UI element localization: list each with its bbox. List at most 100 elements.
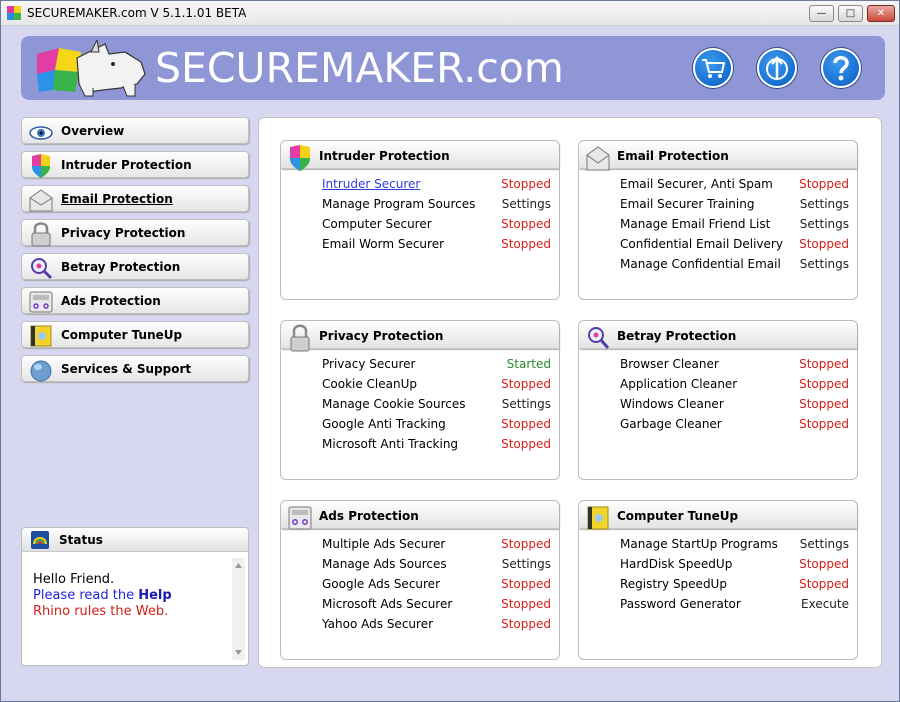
list-item[interactable]: Email Securer Training Settings <box>620 195 852 213</box>
item-status[interactable]: Settings <box>502 557 551 571</box>
item-name[interactable]: Manage StartUp Programs <box>620 537 778 551</box>
item-name[interactable]: Browser Cleaner <box>620 357 719 371</box>
list-item[interactable]: Registry SpeedUp Stopped <box>620 575 852 593</box>
item-name[interactable]: Intruder Securer <box>322 177 420 191</box>
item-status[interactable]: Stopped <box>799 377 849 391</box>
list-item[interactable]: Manage Ads Sources Settings <box>322 555 554 573</box>
item-name[interactable]: Email Securer Training <box>620 197 754 211</box>
list-item[interactable]: Cookie CleanUp Stopped <box>322 375 554 393</box>
item-name[interactable]: Manage Program Sources <box>322 197 475 211</box>
maximize-button[interactable]: □ <box>838 5 863 22</box>
list-item[interactable]: Windows Cleaner Stopped <box>620 395 852 413</box>
item-status[interactable]: Started <box>507 357 551 371</box>
sidebar-item-betray-protection[interactable]: Betray Protection <box>21 253 249 280</box>
sidebar-item-services-support[interactable]: Services & Support <box>21 355 249 382</box>
sidebar-item-ads-protection[interactable]: Ads Protection <box>21 287 249 314</box>
item-name[interactable]: Manage Cookie Sources <box>322 397 466 411</box>
item-status[interactable]: Stopped <box>799 177 849 191</box>
list-item[interactable]: Email Worm Securer Stopped <box>322 235 554 253</box>
scroll-down-icon[interactable] <box>235 650 242 655</box>
list-item[interactable]: Intruder Securer Stopped <box>322 175 554 193</box>
list-item[interactable]: Password Generator Execute <box>620 595 852 613</box>
item-status[interactable]: Stopped <box>799 557 849 571</box>
item-name[interactable]: Manage Confidential Email <box>620 257 781 271</box>
list-item[interactable]: Microsoft Anti Tracking Stopped <box>322 435 554 453</box>
list-item[interactable]: Garbage Cleaner Stopped <box>620 415 852 433</box>
list-item[interactable]: Computer Securer Stopped <box>322 215 554 233</box>
item-name[interactable]: Microsoft Ads Securer <box>322 597 452 611</box>
sidebar-item-privacy-protection[interactable]: Privacy Protection <box>21 219 249 247</box>
item-status[interactable]: Settings <box>800 217 849 231</box>
item-status[interactable]: Settings <box>800 537 849 551</box>
item-name[interactable]: Windows Cleaner <box>620 397 724 411</box>
item-status[interactable]: Stopped <box>501 537 551 551</box>
list-item[interactable]: HardDisk SpeedUp Stopped <box>620 555 852 573</box>
item-status[interactable]: Stopped <box>799 357 849 371</box>
item-status[interactable]: Stopped <box>501 437 551 451</box>
list-item[interactable]: Google Anti Tracking Stopped <box>322 415 554 433</box>
item-name[interactable]: Confidential Email Delivery <box>620 237 783 251</box>
item-name[interactable]: Cookie CleanUp <box>322 377 417 391</box>
item-status[interactable]: Stopped <box>799 237 849 251</box>
item-name[interactable]: Microsoft Anti Tracking <box>322 437 458 451</box>
list-item[interactable]: Google Ads Securer Stopped <box>322 575 554 593</box>
update-button[interactable] <box>757 48 797 88</box>
item-status[interactable]: Stopped <box>501 237 551 251</box>
item-status[interactable]: Settings <box>502 397 551 411</box>
help-link[interactable]: Help <box>138 588 171 603</box>
item-name[interactable]: Manage Email Friend List <box>620 217 770 231</box>
list-item[interactable]: Privacy Securer Started <box>322 355 554 373</box>
list-item[interactable]: Manage Program Sources Settings <box>322 195 554 213</box>
item-status[interactable]: Stopped <box>799 417 849 431</box>
list-item[interactable]: Confidential Email Delivery Stopped <box>620 235 852 253</box>
item-name[interactable]: Computer Securer <box>322 217 432 231</box>
item-status[interactable]: Settings <box>800 197 849 211</box>
item-name[interactable]: Garbage Cleaner <box>620 417 722 431</box>
item-status[interactable]: Stopped <box>501 597 551 611</box>
shop-button[interactable] <box>693 48 733 88</box>
help-button[interactable] <box>821 48 861 88</box>
item-status[interactable]: Stopped <box>501 177 551 191</box>
list-item[interactable]: Manage Confidential Email Settings <box>620 255 852 273</box>
item-status[interactable]: Stopped <box>501 577 551 591</box>
close-button[interactable]: ✕ <box>867 5 895 22</box>
item-name[interactable]: Email Worm Securer <box>322 237 444 251</box>
item-name[interactable]: Email Securer, Anti Spam <box>620 177 773 191</box>
sidebar-item-overview[interactable]: Overview <box>21 117 249 144</box>
list-item[interactable]: Browser Cleaner Stopped <box>620 355 852 373</box>
sidebar-item-email-protection[interactable]: Email Protection <box>21 185 249 212</box>
sidebar-item-intruder-protection[interactable]: Intruder Protection <box>21 151 249 178</box>
item-name[interactable]: Yahoo Ads Securer <box>322 617 433 631</box>
item-name[interactable]: Privacy Securer <box>322 357 415 371</box>
item-name[interactable]: Application Cleaner <box>620 377 737 391</box>
item-name[interactable]: Google Ads Securer <box>322 577 440 591</box>
list-item[interactable]: Email Securer, Anti Spam Stopped <box>620 175 852 193</box>
item-status[interactable]: Stopped <box>501 217 551 231</box>
item-name[interactable]: Password Generator <box>620 597 741 611</box>
item-status[interactable]: Stopped <box>501 617 551 631</box>
item-name[interactable]: HardDisk SpeedUp <box>620 557 732 571</box>
list-item[interactable]: Manage Email Friend List Settings <box>620 215 852 233</box>
list-item[interactable]: Yahoo Ads Securer Stopped <box>322 615 554 633</box>
sidebar-item-computer-tuneup[interactable]: Computer TuneUp <box>21 321 249 348</box>
list-item[interactable]: Application Cleaner Stopped <box>620 375 852 393</box>
item-status[interactable]: Stopped <box>799 397 849 411</box>
item-name[interactable]: Multiple Ads Securer <box>322 537 445 551</box>
list-item[interactable]: Manage Cookie Sources Settings <box>322 395 554 413</box>
item-name[interactable]: Google Anti Tracking <box>322 417 446 431</box>
item-status[interactable]: Stopped <box>501 377 551 391</box>
list-item[interactable]: Microsoft Ads Securer Stopped <box>322 595 554 613</box>
item-name[interactable]: Registry SpeedUp <box>620 577 727 591</box>
item-status[interactable]: Settings <box>502 197 551 211</box>
item-status[interactable]: Stopped <box>799 577 849 591</box>
item-name[interactable]: Manage Ads Sources <box>322 557 447 571</box>
item-status[interactable]: Settings <box>800 257 849 271</box>
item-status[interactable]: Stopped <box>501 417 551 431</box>
list-item[interactable]: Manage StartUp Programs Settings <box>620 535 852 553</box>
status-scrollbar[interactable] <box>232 558 245 660</box>
list-item[interactable]: Multiple Ads Securer Stopped <box>322 535 554 553</box>
item-status[interactable]: Execute <box>801 597 849 611</box>
scroll-up-icon[interactable] <box>235 563 242 568</box>
minimize-button[interactable]: — <box>809 5 834 22</box>
title-bar[interactable]: SECUREMAKER.com V 5.1.1.01 BETA — □ ✕ <box>1 1 899 26</box>
